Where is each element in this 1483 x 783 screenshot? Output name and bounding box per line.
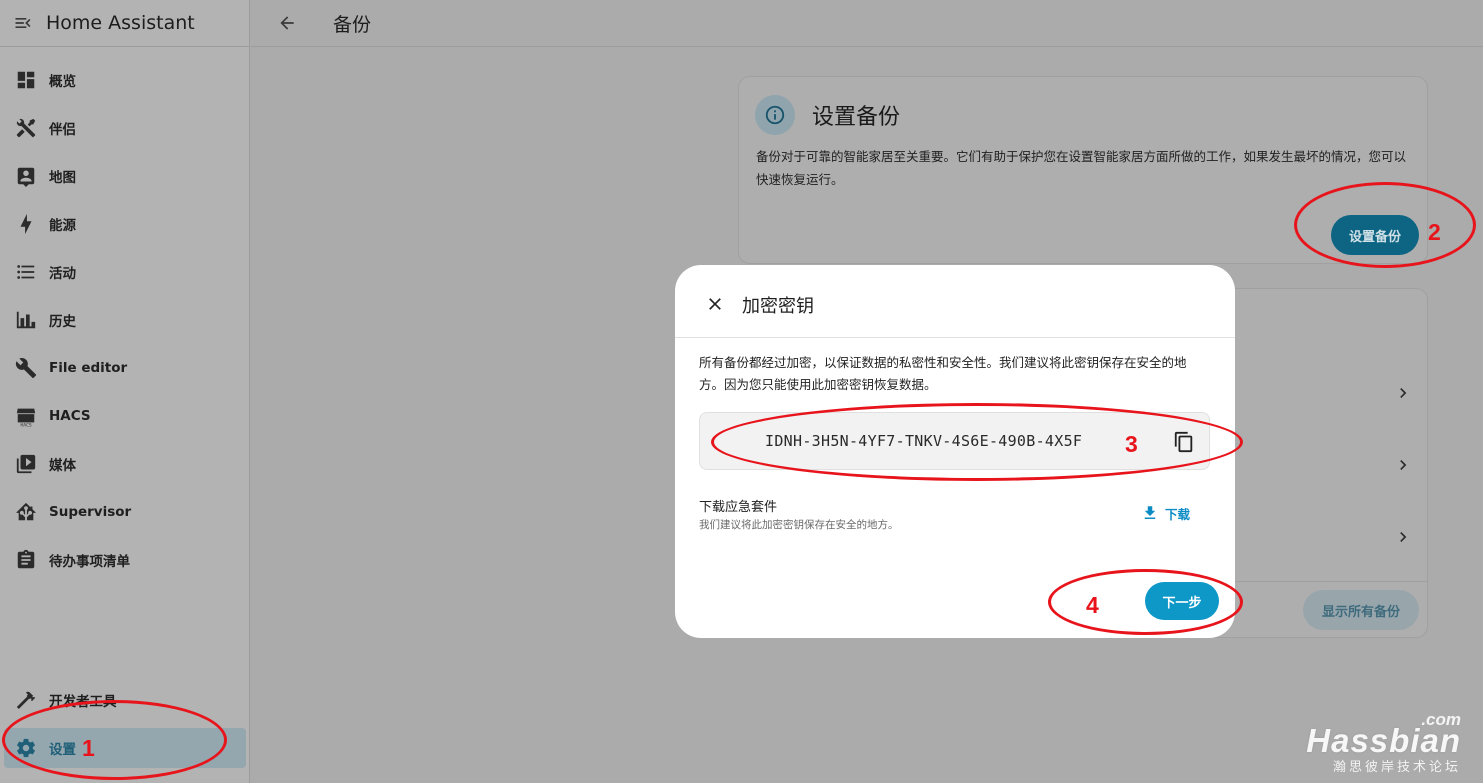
emergency-kit-title: 下载应急套件	[699, 500, 778, 515]
sidebar: Home Assistant 概览 伴侣 地图 能源 活动 历史 File ed…	[0, 0, 250, 783]
dialog-divider	[675, 337, 1235, 338]
svg-text:HACS: HACS	[20, 423, 32, 427]
menu-open-icon	[15, 18, 31, 28]
home-assistant-icon	[6, 492, 46, 532]
setup-backup-button[interactable]: 设置备份	[1331, 215, 1419, 255]
top-bar: 备份	[251, 0, 1483, 47]
info-icon	[755, 95, 795, 135]
chart-box-icon	[6, 300, 46, 340]
sidebar-item-label: 待办事项清单	[49, 554, 130, 570]
sidebar-item-companion[interactable]: 伴侣	[4, 108, 246, 148]
sidebar-item-label: Supervisor	[49, 504, 132, 520]
sidebar-item-label: HACS	[49, 408, 91, 424]
watermark: .com Hassbian 瀚思彼岸技术论坛	[1306, 710, 1461, 775]
encryption-key-dialog: 加密密钥 所有备份都经过加密，以保证数据的私密性和安全性。我们建议将此密钥保存在…	[675, 265, 1235, 638]
sidebar-item-hacs[interactable]: HACS HACS	[4, 396, 246, 436]
close-icon	[709, 298, 721, 310]
sidebar-item-media[interactable]: 媒体	[4, 444, 246, 484]
sidebar-item-settings[interactable]: 设置	[4, 728, 246, 768]
sidebar-item-label: 媒体	[49, 458, 76, 474]
list-icon	[6, 252, 46, 292]
page-title: 备份	[333, 13, 372, 36]
tools-icon	[6, 108, 46, 148]
back-button[interactable]	[267, 3, 307, 43]
app-title: Home Assistant	[46, 12, 195, 34]
hacs-icon: HACS	[6, 396, 46, 436]
dialog-description: 所有备份都经过加密，以保证数据的私密性和安全性。我们建议将此密钥保存在安全的地方…	[699, 355, 1187, 392]
emergency-kit-subtitle: 我们建议将此加密密钥保存在安全的地方。	[699, 519, 899, 531]
clipboard-list-icon	[6, 540, 46, 580]
chevron-right-icon[interactable]	[1391, 381, 1415, 405]
dialog-title: 加密密钥	[742, 296, 814, 317]
show-all-backups-button[interactable]: 显示所有备份	[1303, 590, 1419, 630]
copy-button[interactable]	[1170, 428, 1198, 456]
sidebar-item-label: 历史	[49, 314, 76, 330]
sidebar-item-file-editor[interactable]: File editor	[4, 348, 246, 388]
map-account-icon	[6, 156, 46, 196]
sidebar-header: Home Assistant	[0, 0, 249, 47]
sidebar-item-label: 能源	[49, 218, 76, 234]
close-button[interactable]	[701, 290, 729, 318]
annotation-number: 4	[1086, 592, 1099, 618]
sidebar-item-label: File editor	[49, 360, 128, 376]
sidebar-item-label: 地图	[49, 170, 76, 186]
chevron-right-icon[interactable]	[1391, 525, 1415, 549]
annotation-number: 3	[1125, 431, 1138, 457]
sidebar-item-logbook[interactable]: 活动	[4, 252, 246, 292]
sidebar-item-supervisor[interactable]: Supervisor	[4, 492, 246, 532]
menu-toggle-button[interactable]	[0, 0, 46, 46]
download-label: 下载	[1165, 506, 1191, 522]
encryption-key-value[interactable]: IDNH-3H5N-4YF7-TNKV-4S6E-490B-4X5F	[765, 432, 1082, 450]
arrow-left-icon	[280, 16, 294, 30]
sidebar-item-overview[interactable]: 概览	[4, 60, 246, 100]
annotation-number: 1	[82, 735, 95, 761]
watermark-com: .com	[1421, 710, 1461, 729]
sidebar-item-history[interactable]: 历史	[4, 300, 246, 340]
sidebar-item-label: 开发者工具	[49, 694, 117, 710]
setup-backup-card: 设置备份 备份对于可靠的智能家居至关重要。它们有助于保护您在设置智能家居方面所做…	[738, 76, 1428, 264]
sidebar-item-label: 概览	[49, 74, 76, 90]
sidebar-item-label: 设置	[49, 742, 76, 758]
sidebar-item-todo[interactable]: 待办事项清单	[4, 540, 246, 580]
hammer-icon	[6, 680, 46, 720]
sidebar-item-label: 活动	[49, 266, 76, 282]
sidebar-item-developer-tools[interactable]: 开发者工具	[4, 680, 246, 720]
chevron-right-icon[interactable]	[1391, 453, 1415, 477]
annotation-number: 2	[1428, 219, 1441, 245]
sidebar-item-label: 伴侣	[49, 122, 76, 138]
lightning-icon	[6, 204, 46, 244]
sidebar-item-map[interactable]: 地图	[4, 156, 246, 196]
dashboard-icon	[6, 60, 46, 100]
sidebar-item-energy[interactable]: 能源	[4, 204, 246, 244]
setup-card-description: 备份对于可靠的智能家居至关重要。它们有助于保护您在设置智能家居方面所做的工作，如…	[756, 149, 1407, 187]
next-button[interactable]: 下一步	[1145, 582, 1219, 620]
setup-card-title: 设置备份	[812, 105, 901, 130]
play-box-icon	[6, 444, 46, 484]
download-button[interactable]: 下载	[1141, 502, 1190, 524]
download-icon	[1141, 504, 1159, 522]
wrench-icon	[6, 348, 46, 388]
copy-icon	[1174, 431, 1193, 453]
cog-icon	[6, 728, 46, 768]
